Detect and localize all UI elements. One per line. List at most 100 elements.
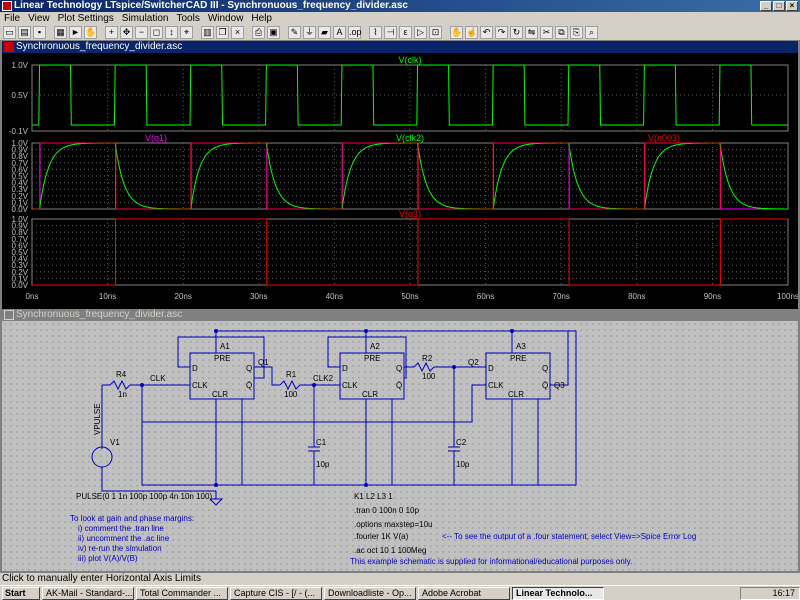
menu-file[interactable]: File (0, 12, 24, 25)
taskbar: Start AK-Mail - Standard-... Total Comma… (0, 585, 800, 600)
x-tick-label: 100ns (777, 292, 798, 301)
menu-simulation[interactable]: Simulation (118, 12, 173, 25)
inductor-icon[interactable]: ε (399, 26, 412, 39)
a3-clk-label: CLK (488, 381, 504, 390)
vclk-legend: V(clk) (399, 55, 422, 65)
task-downloadliste[interactable]: Downloadliste - Op... (324, 586, 416, 600)
waveform-plot-svg: 1.0V0.5V-0.1V1.0V0.9V0.8V0.7V0.6V0.5V0.4… (9, 55, 799, 301)
vpulse-label: VPULSE (93, 403, 102, 435)
move-icon[interactable]: ✋ (450, 26, 463, 39)
cut-icon[interactable]: ✂ (540, 26, 553, 39)
control-panel-icon[interactable]: ▦ (54, 26, 67, 39)
run-icon[interactable]: ► (69, 26, 82, 39)
a1-clk-label: CLK (192, 381, 208, 390)
save-icon[interactable]: ▪ (33, 26, 46, 39)
r1-value: 100 (284, 390, 298, 399)
fourier-note: <-- To see the output of a .four stateme… (442, 532, 696, 541)
x-tick-label: 80ns (628, 292, 645, 301)
directive-fourier: .fourier 1K V(a) (354, 532, 409, 541)
cascade-icon[interactable]: ❐ (216, 26, 229, 39)
print-icon[interactable]: ⎙ (252, 26, 265, 39)
undo-icon[interactable]: ↶ (480, 26, 493, 39)
drag-icon[interactable]: ☝ (465, 26, 478, 39)
vclk2-legend: V(clk2) (396, 133, 424, 143)
spice-directive-icon[interactable]: .op (348, 26, 362, 39)
tile-icon[interactable]: ▥ (201, 26, 214, 39)
plot-window-title[interactable]: Synchronuous_frequency_divider.asc (2, 41, 798, 53)
waveform-plot[interactable]: 1.0V 0.5V -0.1V 1.0V 0.9V 0.8V 0.7V 0.6V 0.5V 0.4… (2, 53, 799, 311)
paste-icon[interactable]: ⎘ (570, 26, 583, 39)
label-icon[interactable]: ▰ (318, 26, 331, 39)
open-icon[interactable]: ▭ (3, 26, 16, 39)
a3-q-label: Q (542, 364, 548, 373)
probe-icon[interactable]: ⌖ (180, 26, 193, 39)
app-title: Linear Technology LTspice/SwitcherCAD II… (14, 0, 408, 11)
info-note: This example schematic is supplied for i… (350, 557, 632, 566)
a3-ref: A3 (516, 342, 526, 351)
folder-icon[interactable]: ▤ (18, 26, 31, 39)
menu-tools[interactable]: Tools (172, 12, 203, 25)
capacitor-icon[interactable]: ⊣ (384, 26, 397, 39)
task-total-commander[interactable]: Total Commander ... (136, 586, 228, 600)
task-capture-cis[interactable]: Capture CIS - [/ - (... (230, 586, 322, 600)
schematic-icon (4, 310, 14, 320)
directive-k1: K1 L2 L3 1 (354, 492, 393, 501)
menu-plot-settings[interactable]: Plot Settings (54, 12, 118, 25)
a1-d-label: D (192, 364, 198, 373)
rotate-icon[interactable]: ↻ (510, 26, 523, 39)
zoom-in-icon[interactable]: + (105, 26, 118, 39)
autorange-icon[interactable]: ↕ (165, 26, 178, 39)
task-linear-technology[interactable]: Linear Technolo... (512, 586, 604, 600)
a3-d-label: D (488, 364, 494, 373)
pane-1-ytick: 0.0V (12, 205, 29, 214)
q1-net-label: Q1 (258, 358, 269, 367)
vq3-legend: V(q3) (399, 209, 421, 219)
menu-window[interactable]: Window (204, 12, 248, 25)
c1-label: C1 (316, 438, 327, 447)
schematic-svg: PRE D Q CLK Q̄ CLR A1 PRE D Q CLK Q̄ CLR… (70, 329, 696, 566)
ground-icon[interactable]: ⏚ (303, 26, 316, 39)
x-tick-label: 10ns (99, 292, 116, 301)
x-tick-label: 30ns (250, 292, 267, 301)
a2-pre-label: PRE (364, 354, 380, 363)
task-adobe-acrobat[interactable]: Adobe Acrobat (418, 586, 510, 600)
app-title-bar: Linear Technology LTspice/SwitcherCAD II… (0, 0, 800, 12)
schematic-editor[interactable]: PRE D Q CLK Q̄ CLR A1 PRE D Q CLK Q̄ CLR… (2, 321, 798, 571)
zoom-out-icon[interactable]: − (135, 26, 148, 39)
diode-icon[interactable]: ▷ (414, 26, 427, 39)
clk2-net-label: CLK2 (313, 374, 334, 383)
text-icon[interactable]: A (333, 26, 346, 39)
menu-view[interactable]: View (24, 12, 54, 25)
vn003-legend: V(n003) (648, 133, 680, 143)
instruction-0: To look at gain and phase margins: (70, 514, 194, 523)
a3-pre-label: PRE (510, 354, 526, 363)
halt-icon[interactable]: ✋ (84, 26, 97, 39)
mirror-icon[interactable]: ⇋ (525, 26, 538, 39)
a1-pre-label: PRE (214, 354, 230, 363)
pan-icon[interactable]: ✥ (120, 26, 133, 39)
maximize-button[interactable]: □ (773, 1, 785, 11)
zoom-fit-icon[interactable]: ◻ (150, 26, 163, 39)
c2-label: C2 (456, 438, 467, 447)
x-tick-label: 90ns (704, 292, 721, 301)
component-icon[interactable]: ⊡ (429, 26, 442, 39)
minimize-button[interactable]: _ (760, 1, 772, 11)
start-button[interactable]: Start (2, 586, 40, 600)
a1-ref: A1 (220, 342, 230, 351)
task-ak-mail[interactable]: AK-Mail - Standard-... (42, 586, 134, 600)
copy-icon[interactable]: ⧉ (555, 26, 568, 39)
a3-clr-label: CLR (508, 390, 524, 399)
schematic-window-title[interactable]: Synchronuous_frequency_divider.asc (2, 309, 798, 321)
a2-d-label: D (342, 364, 348, 373)
pane-0-ytick: -0.1V (9, 127, 29, 136)
r4-label: R4 (116, 370, 127, 379)
c2-value: 10p (456, 460, 470, 469)
resistor-icon[interactable]: ⌇ (369, 26, 382, 39)
close-button[interactable]: × (786, 1, 798, 11)
wire-icon[interactable]: ✎ (288, 26, 301, 39)
find-icon[interactable]: ⌕ (585, 26, 598, 39)
redo-icon[interactable]: ↷ (495, 26, 508, 39)
print-preview-icon[interactable]: ▣ (267, 26, 280, 39)
menu-help[interactable]: Help (247, 12, 276, 25)
close-window-icon[interactable]: × (231, 26, 244, 39)
